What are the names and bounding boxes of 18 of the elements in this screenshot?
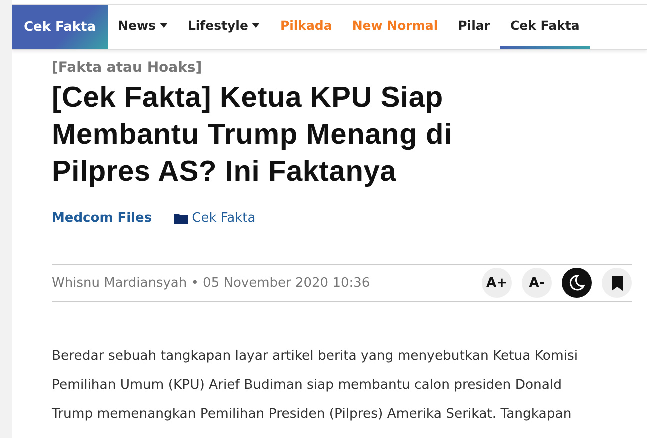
byline: Whisnu Mardiansyah • 05 November 2020 10:36 [52,276,370,290]
nav-link[interactable]: Cek Fakta [500,5,590,49]
nav-link[interactable]: News [108,5,178,49]
nav-link[interactable]: Lifestyle [178,5,270,49]
font-size-button[interactable]: A+ [482,268,512,298]
night-mode-button[interactable] [562,268,592,298]
bookmark-button[interactable] [602,268,632,298]
brand-logo[interactable]: Cek Fakta [12,5,108,49]
nav-link[interactable]: Pilar [448,5,500,49]
category-link[interactable]: Cek Fakta [174,211,256,226]
font-size-button[interactable]: A- [522,268,552,298]
source-link[interactable]: Medcom Files [52,211,152,226]
folder-icon [174,213,188,224]
article-kicker: [Fakta atau Hoaks] [52,60,204,76]
article-title: [Cek Fakta] Ketua KPU Siap Membantu Trump Menang di Pilpres AS? Ini Faktanya [52,81,454,190]
bookmark-icon [612,276,622,290]
article-paragraph: Beredar sebuah tangkapan layar artikel berita yang menyebutkan Ketua Komisi Pemilihan Umum (KPU) Arief Budiman siap membantu calon presiden Donald Trump memenangkan Pemilihan Presiden (Pilpres) Amerika Serikat. Tangkapan [52,348,580,424]
moon-icon [569,275,585,291]
